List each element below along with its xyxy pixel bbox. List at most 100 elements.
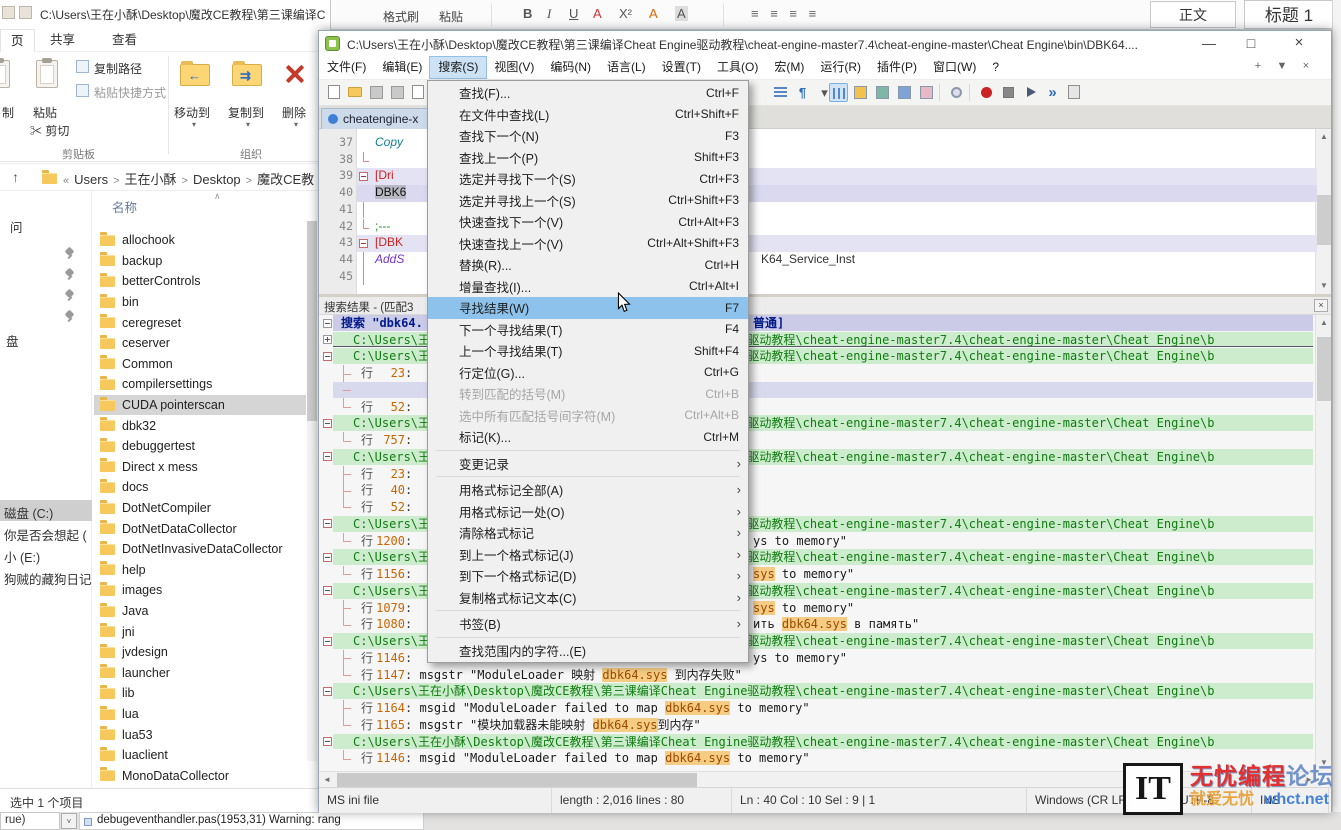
folder-row[interactable]: Common [94,354,306,375]
explorer-scrollbar[interactable] [307,221,317,761]
folder-row[interactable]: debuggertest [94,436,306,457]
folder-row[interactable]: jni [94,621,306,642]
results-vscrollbar[interactable]: ▲ ▼ [1315,315,1331,771]
fold-marker-minus[interactable] [357,235,371,252]
folder-row[interactable]: DotNetCompiler [94,498,306,519]
menu-item[interactable]: 标记(K)...Ctrl+M [428,426,748,448]
tab-home[interactable]: 页 [0,29,35,52]
paste-shortcut-icon[interactable] [76,84,89,97]
close-button[interactable]: × [1281,31,1317,57]
explorer-address-bar[interactable]: ↑ «Users>王在小酥>Desktop>魔改CE教 [0,163,330,191]
up-arrow-icon[interactable]: ↑ [12,169,19,185]
show-all-characters-icon[interactable]: ¶ [793,83,812,102]
save-icon[interactable] [367,83,386,102]
underline-icon[interactable]: U [569,6,578,21]
folder-row[interactable]: images [94,580,306,601]
word-wrap-icon[interactable] [771,83,790,102]
menu-item[interactable]: 用格式标记全部(A)› [428,479,748,501]
maximize-button[interactable]: □ [1233,31,1269,57]
breadcrumb[interactable]: «Users>王在小酥>Desktop>魔改CE教 [58,169,314,188]
menubar-item[interactable]: 宏(M) [766,57,812,78]
scroll-left-icon[interactable]: ◄ [319,772,335,788]
ide-dropdown-button[interactable]: ˅ [61,813,77,829]
menu-item[interactable]: 替换(R)...Ctrl+H [428,254,748,276]
start-recording-icon[interactable] [977,83,996,102]
sidebar-item-drive[interactable]: 磁盘 (C:) [4,503,53,522]
copy-path-button[interactable]: 复制路径 [94,60,142,77]
fold-collapse-icon[interactable] [323,419,332,428]
menubar-item[interactable]: 语言(L) [599,57,654,78]
folder-row[interactable]: MonoDataCollector [94,766,306,787]
menubar-item[interactable]: 文件(F) [319,57,374,78]
delete-icon[interactable] [282,62,306,86]
menu-item[interactable]: 下一个寻找结果(T)F4 [428,319,748,341]
explorer-titlebar[interactable]: C:\Users\王在小酥\Desktop\魔改CE教程\第三课编译Cheat … [0,0,330,26]
style-normal-button[interactable]: 正文 [1150,1,1236,28]
folder-row[interactable]: ceserver [94,333,306,354]
cut-button[interactable]: ✂ 剪切 [30,122,69,139]
sidebar-item-drive-partial[interactable]: 盘 [6,331,19,350]
monitoring-icon[interactable] [947,83,966,102]
folder-row[interactable]: betterControls [94,271,306,292]
results-hscrollbar-thumb[interactable] [337,773,697,787]
fold-minus-icon[interactable] [359,239,368,248]
paste-shortcut-button[interactable]: 粘贴快捷方式 [94,84,166,101]
folder-row[interactable]: help [94,560,306,581]
fold-collapse-icon[interactable] [323,452,332,461]
panel-close-icon[interactable]: × [1314,299,1328,312]
menu-item[interactable]: 变更记录› [428,453,748,475]
bold-icon[interactable]: B [523,6,532,21]
highlight-icon[interactable]: A [649,6,658,21]
function-list-icon[interactable] [873,83,892,102]
sidebar-item-drive[interactable]: 你是否会想起 ( [4,525,87,544]
style-heading1-button[interactable]: 标题 1 [1244,0,1334,29]
fold-minus-icon[interactable] [359,172,368,181]
folder-row[interactable]: lua [94,704,306,725]
menu-item[interactable]: 到上一个格式标记(J)› [428,544,748,566]
save-all-icon[interactable] [388,83,407,102]
folder-row[interactable]: CUDA pointerscan [94,395,306,416]
breadcrumb-item[interactable]: 王在小酥 [125,172,177,187]
paste-icon[interactable] [36,60,58,88]
character-shading-icon[interactable]: A [675,6,688,21]
menu-item[interactable]: 复制格式标记文本(C)› [428,587,748,609]
folder-row[interactable]: launcher [94,663,306,684]
fold-collapse-icon[interactable] [323,687,332,696]
folder-row[interactable]: bin [94,292,306,313]
fold-collapse-icon[interactable] [323,319,332,328]
menu-item[interactable]: 查找(F)...Ctrl+F [428,82,748,104]
result-file-row[interactable]: C:\Users\王在小酥\Desktop\魔改CE教程\第三课编译Cheat … [319,683,1317,700]
results-vscrollbar-thumb[interactable] [1317,337,1331,401]
folder-row[interactable]: dbk32 [94,415,306,436]
folder-row[interactable]: allochook [94,230,306,251]
sidebar-item-drive[interactable]: 狗贼的藏狗日记 [4,569,92,588]
menubar-item[interactable]: 运行(R) [812,57,869,78]
minimize-button[interactable]: — [1191,31,1227,57]
paste-button[interactable]: 粘贴 [439,8,463,25]
menubar-item[interactable]: 编辑(E) [374,57,430,78]
tab-share[interactable]: 共享 [40,29,85,52]
tab-control-icon[interactable]: + [1251,60,1265,72]
menu-item[interactable]: 选定并寻找下一个(S)Ctrl+F3 [428,168,748,190]
delete-button[interactable]: 删除 [282,104,306,121]
font-color-icon[interactable]: A [593,6,602,21]
folder-row[interactable]: docs [94,477,306,498]
menubar-item[interactable]: 窗口(W) [925,57,984,78]
fold-collapse-icon[interactable] [323,586,332,595]
menu-item[interactable]: 寻找结果(W)F7 [428,297,748,319]
fold-collapse-icon[interactable] [323,737,332,746]
menu-item[interactable]: 快速查找下一个(V)Ctrl+Alt+F3 [428,211,748,233]
explorer-dropdown-icon[interactable] [19,6,32,19]
breadcrumb-item[interactable]: 魔改CE教 [257,172,314,187]
fold-collapse-icon[interactable] [323,519,332,528]
result-file-row[interactable]: C:\Users\王在小酥\Desktop\魔改CE教程\第三课编译Cheat … [319,734,1317,751]
fold-expand-icon[interactable] [323,335,332,344]
menubar-item[interactable]: 视图(V) [486,57,542,78]
paste-button[interactable]: 粘贴 [33,104,57,121]
playback-icon[interactable] [1021,83,1040,102]
menubar-item[interactable]: 设置(T) [654,57,709,78]
fold-collapse-icon[interactable] [323,352,332,361]
menu-item[interactable]: 增量查找(I)...Ctrl+Alt+I [428,276,748,298]
editor-vscrollbar[interactable]: ▲ ▼ [1315,129,1331,294]
menu-item[interactable]: 行定位(G)...Ctrl+G [428,362,748,384]
